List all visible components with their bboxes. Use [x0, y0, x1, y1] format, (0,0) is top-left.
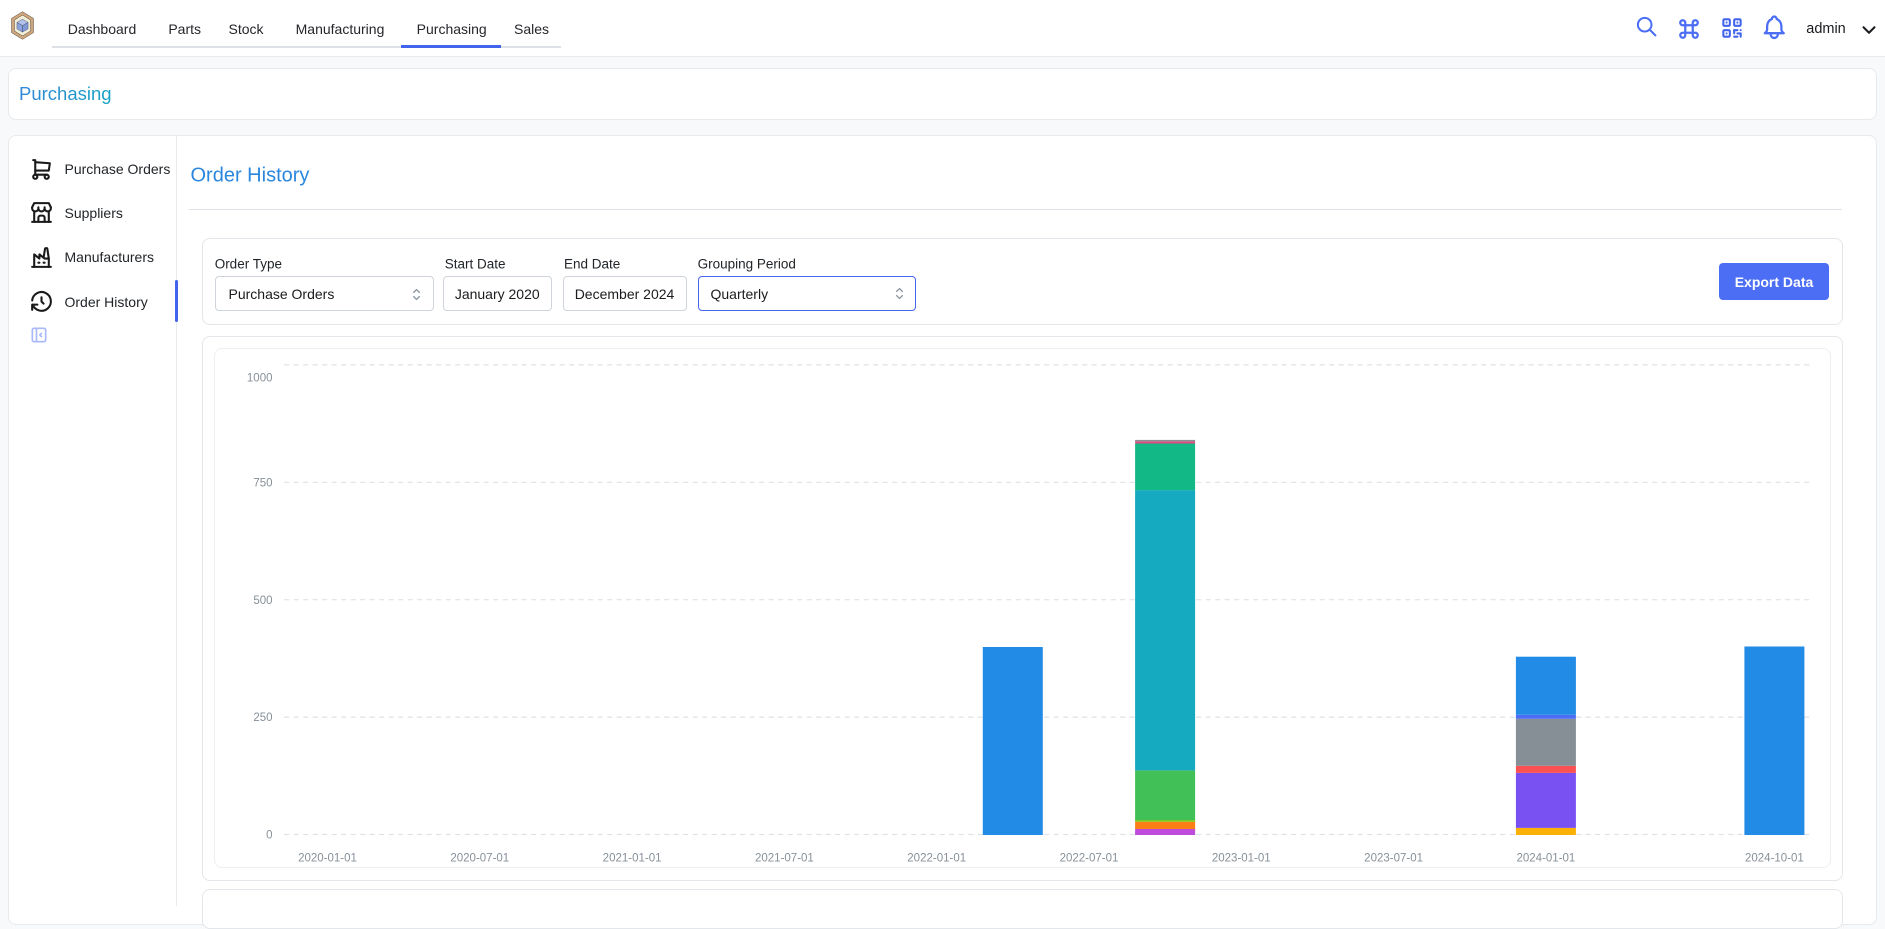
svg-text:2022-07-01: 2022-07-01 [1060, 853, 1119, 865]
svg-text:2023-01-01: 2023-01-01 [1212, 853, 1271, 865]
svg-text:1000: 1000 [247, 373, 273, 385]
svg-text:2023-07-01: 2023-07-01 [1364, 853, 1423, 865]
svg-text:2024-01-01: 2024-01-01 [1516, 853, 1575, 865]
svg-text:250: 250 [253, 712, 272, 724]
svg-text:500: 500 [253, 595, 272, 607]
svg-text:2020-07-01: 2020-07-01 [450, 853, 509, 865]
svg-text:2021-07-01: 2021-07-01 [755, 853, 814, 865]
svg-text:2024-10-01: 2024-10-01 [1745, 853, 1804, 865]
svg-text:2020-01-01: 2020-01-01 [298, 853, 357, 865]
svg-text:0: 0 [266, 830, 272, 842]
svg-text:2022-01-01: 2022-01-01 [907, 853, 966, 865]
svg-text:2021-01-01: 2021-01-01 [603, 853, 662, 865]
svg-text:750: 750 [253, 477, 272, 489]
